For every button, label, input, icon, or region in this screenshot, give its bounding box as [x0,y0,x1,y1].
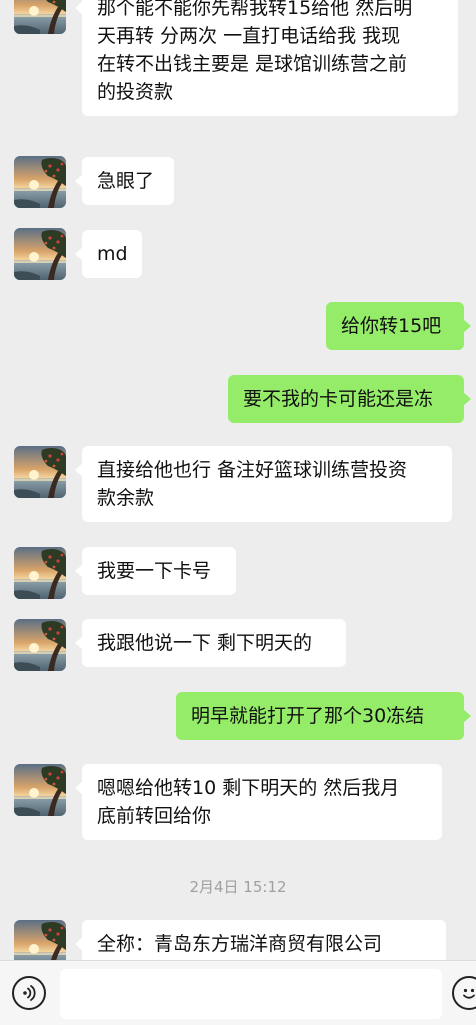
message-line: 在转不出钱主要是 是球馆训练营之前 [97,53,408,75]
message-timestamp: 2月4日 15:12 [189,878,287,896]
message-bubble[interactable]: md [75,230,142,278]
message-line: 我跟他说一下 剩下明天的 [97,632,313,654]
message-line: 的投资款 [97,81,174,103]
message-bubble[interactable]: 我要一下卡号 [75,547,236,595]
contact-avatar[interactable] [14,764,66,816]
message-line: 那个能不能你先帮我转15给他 然后明 [97,0,413,19]
message-line: 嗯嗯给他转10 剩下明天的 然后我月 [97,777,400,799]
contact-avatar[interactable] [14,0,66,34]
message-bubble[interactable]: 急眼了 [75,157,174,205]
input-bar [0,960,476,1025]
message-line: 明早就能打开了那个30冻结 [191,705,425,727]
message-bubble[interactable]: 我跟他说一下 剩下明天的 [75,619,346,667]
message-bubble[interactable]: 那个能不能你先帮我转15给他 然后明 天再转 分两次 一直打电话给我 我现 在转… [75,0,458,116]
contact-avatar[interactable] [14,619,66,671]
message-line: 要不我的卡可能还是冻 [243,388,434,410]
message-input[interactable] [60,969,442,1019]
message-bubble[interactable]: 全称：青岛东方瑞洋商贸有限公司 [75,920,446,960]
message-line: 全称：青岛东方瑞洋商贸有限公司 [97,933,383,955]
contact-avatar[interactable] [14,446,66,498]
message-line: 给你转15吧 [341,315,442,337]
message-line: 直接给他也行 备注好篮球训练营投资 [97,459,408,481]
contact-avatar[interactable] [14,156,66,208]
message-line: md [97,243,128,265]
voice-button[interactable] [12,976,46,1010]
chat-messages[interactable]: 那个能不能你先帮我转15给他 然后明 天再转 分两次 一直打电话给我 我现 在转… [0,0,476,960]
message-line: 天再转 分两次 一直打电话给我 我现 [97,25,401,47]
message-line: 急眼了 [97,170,155,192]
message-line: 底前转回给你 [97,805,212,827]
contact-avatar[interactable] [14,547,66,599]
message-bubble[interactable]: 明早就能打开了那个30冻结 [176,692,471,740]
message-line: 我要一下卡号 [97,560,212,582]
contact-avatar[interactable] [14,920,66,960]
message-bubble[interactable]: 给你转15吧 [326,302,471,350]
message-line: 款余款 [97,487,155,509]
contact-avatar[interactable] [14,228,66,280]
message-bubble[interactable]: 直接给他也行 备注好篮球训练营投资 款余款 [75,446,452,522]
emoji-button[interactable] [452,976,476,1010]
message-bubble[interactable]: 要不我的卡可能还是冻 [228,375,471,423]
message-bubble[interactable]: 嗯嗯给他转10 剩下明天的 然后我月 底前转回给你 [75,764,442,840]
